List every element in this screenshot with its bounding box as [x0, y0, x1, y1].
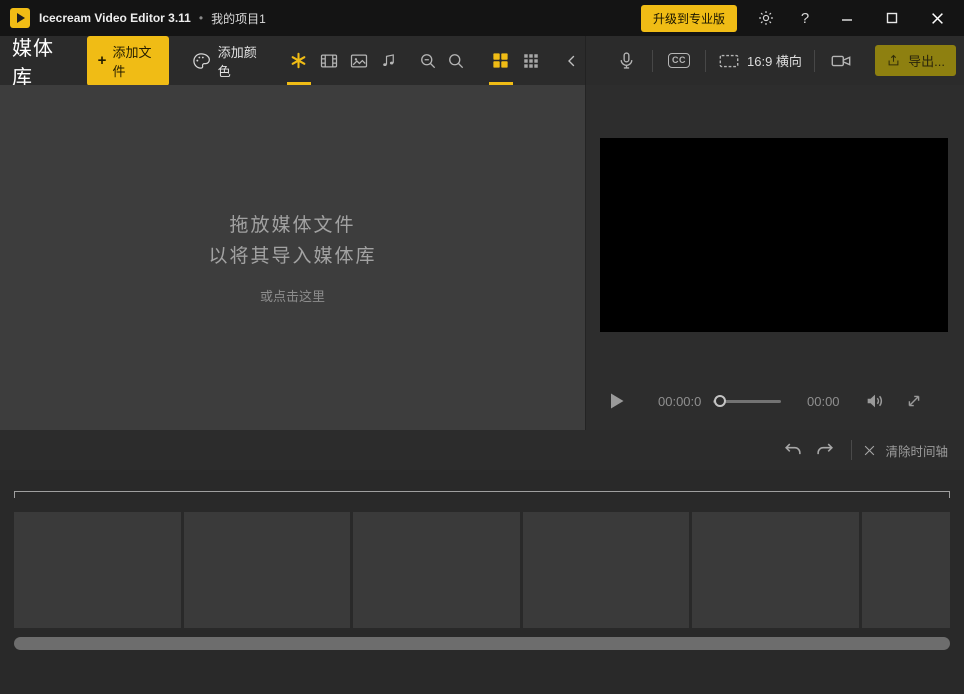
tab-images[interactable]: [344, 36, 374, 85]
media-filter-tabs: [284, 36, 404, 85]
toolbar: 媒体库 + 添加文件 添加颜色: [0, 36, 964, 85]
play-button[interactable]: [604, 389, 628, 413]
divider: [851, 440, 852, 460]
timeline-horizontal-scrollbar[interactable]: [14, 637, 950, 650]
film-icon: [319, 51, 339, 71]
clear-timeline-button[interactable]: 清除时间轴: [862, 441, 948, 460]
volume-icon[interactable]: [864, 390, 886, 412]
subtitles-cc-icon[interactable]: CC: [665, 36, 693, 85]
microphone-icon[interactable]: [612, 36, 640, 85]
timeline-area: [0, 470, 964, 694]
search-icon[interactable]: [442, 36, 470, 85]
upgrade-pro-button[interactable]: 升级到专业版: [641, 5, 737, 32]
aspect-ratio-icon: [718, 50, 740, 72]
star-asterisk-icon: [289, 51, 308, 70]
window-maximize-button[interactable]: [879, 7, 905, 29]
divider: [814, 50, 815, 72]
video-camera-icon[interactable]: [827, 36, 855, 85]
clear-x-icon: [862, 443, 877, 458]
aspect-ratio-label: 16:9 横向: [747, 51, 802, 70]
image-icon: [349, 51, 369, 71]
app-window: Icecream Video Editor 3.11 • 我的项目1 升级到专业…: [0, 0, 964, 694]
seek-handle[interactable]: [714, 395, 726, 407]
total-time: 00:00: [807, 394, 840, 409]
current-time: 00:00:0: [658, 394, 705, 409]
clear-timeline-label: 清除时间轴: [885, 441, 948, 460]
view-large-grid-icon[interactable]: [486, 36, 516, 85]
add-color-label: 添加颜色: [218, 42, 262, 80]
media-toolbar: 媒体库 + 添加文件 添加颜色: [0, 36, 585, 85]
media-library-title: 媒体库: [12, 32, 69, 90]
timeline-track-segment: [184, 512, 351, 628]
tab-audio[interactable]: [374, 36, 404, 85]
view-mode-tabs: [486, 36, 546, 85]
window-close-button[interactable]: [924, 7, 950, 29]
tab-videos[interactable]: [314, 36, 344, 85]
app-logo-icon: [10, 8, 30, 28]
app-title: Icecream Video Editor 3.11: [39, 11, 191, 25]
playback-controls: 00:00:0 00:00: [604, 384, 946, 418]
zoom-out-icon[interactable]: [414, 36, 442, 85]
timeline-ruler: [14, 491, 950, 498]
preview-toolbar: CC 16:9 横向: [585, 36, 964, 85]
settings-gear-icon[interactable]: [756, 8, 776, 28]
title-separator: •: [199, 11, 203, 25]
drop-click-hint: 或点击这里: [260, 286, 325, 305]
drop-instruction-line2: 以将其导入媒体库: [208, 241, 376, 272]
timeline-track: [14, 512, 950, 628]
redo-icon[interactable]: [809, 435, 841, 465]
timeline-track-segment: [862, 512, 950, 628]
timeline-toolbar: 清除时间轴: [0, 430, 964, 470]
seek-slider[interactable]: [713, 394, 781, 408]
plus-icon: +: [98, 55, 107, 66]
fullscreen-icon[interactable]: [904, 391, 924, 411]
divider: [652, 50, 653, 72]
palette-icon: [191, 51, 211, 71]
window-minimize-button[interactable]: [834, 7, 860, 29]
divider: [705, 50, 706, 72]
drop-instruction-line1: 拖放媒体文件: [229, 210, 355, 241]
collapse-panel-chevron-icon[interactable]: [560, 36, 585, 85]
timeline-track-segment: [353, 512, 520, 628]
add-files-label: 添加文件: [112, 42, 157, 80]
undo-icon[interactable]: [777, 435, 809, 465]
media-library-dropzone[interactable]: 拖放媒体文件 以将其导入媒体库 或点击这里: [0, 85, 585, 430]
timeline-track-segment: [523, 512, 690, 628]
main-area: 拖放媒体文件 以将其导入媒体库 或点击这里 00:00:0 00:00: [0, 85, 964, 430]
help-button[interactable]: ?: [795, 8, 815, 28]
export-label: 导出...: [908, 51, 945, 70]
music-note-icon: [379, 51, 398, 70]
add-files-button[interactable]: + 添加文件: [87, 36, 169, 86]
add-color-button[interactable]: 添加颜色: [191, 42, 262, 80]
export-button[interactable]: 导出...: [875, 45, 956, 76]
timeline-track-segment: [14, 512, 181, 628]
titlebar: Icecream Video Editor 3.11 • 我的项目1 升级到专业…: [0, 0, 964, 36]
tab-all-favorites[interactable]: [284, 36, 314, 85]
project-name: 我的项目1: [211, 10, 266, 27]
zoom-search-group: [414, 36, 470, 85]
preview-panel: 00:00:0 00:00: [585, 85, 964, 430]
video-preview: [600, 138, 948, 332]
timeline-track-segment: [692, 512, 859, 628]
aspect-ratio-selector[interactable]: 16:9 横向: [718, 50, 802, 72]
view-small-grid-icon[interactable]: [516, 36, 546, 85]
export-upload-icon: [886, 53, 901, 68]
